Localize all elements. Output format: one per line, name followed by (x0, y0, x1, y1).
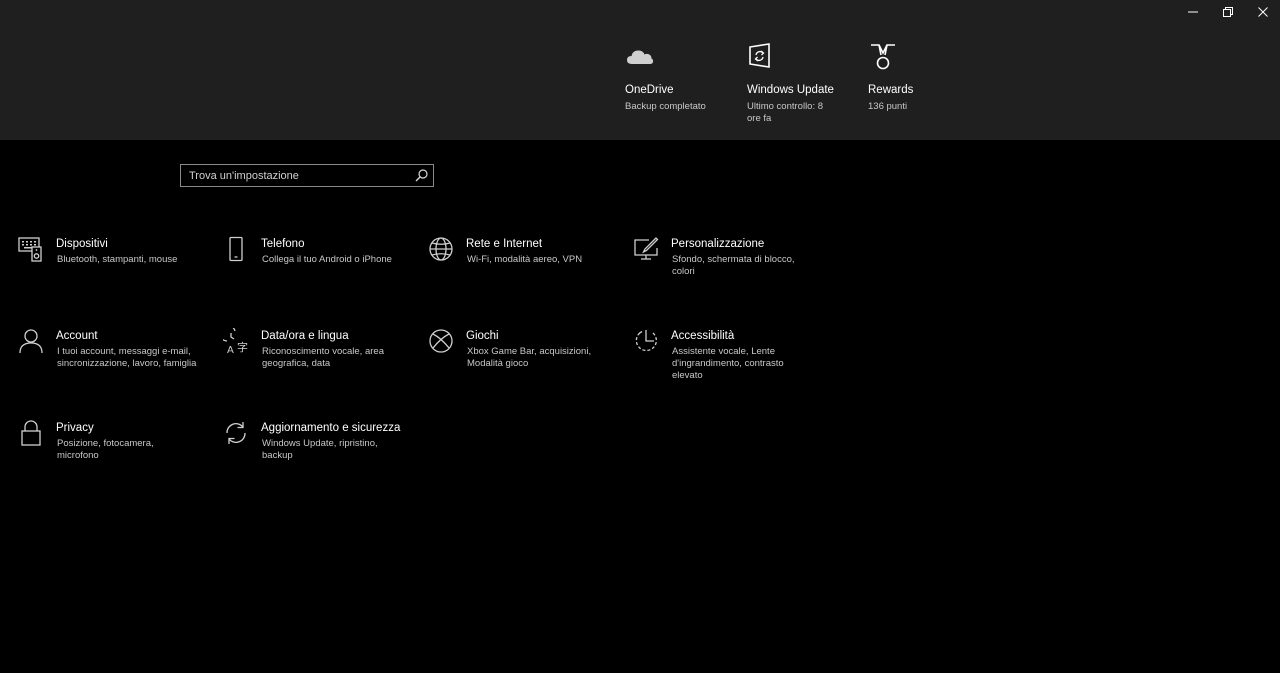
category-description: Sfondo, schermata di blocco, colori (672, 254, 795, 278)
category-title: Data/ora e lingua (261, 330, 349, 342)
close-button[interactable] (1246, 0, 1280, 24)
time-language-icon: A 字 (223, 328, 248, 354)
category-devices[interactable]: Dispositivi Bluetooth, stampanti, mouse (18, 236, 208, 306)
category-description: Collega il tuo Android o iPhone (262, 254, 392, 265)
globe-icon (429, 237, 453, 261)
category-title: Privacy (56, 422, 94, 434)
status-title: Rewards (868, 84, 914, 96)
category-accessibility[interactable]: Accessibilità Assistente vocale, Lente d… (633, 328, 823, 398)
status-subtitle: 136 punti (868, 101, 908, 112)
svg-text:A: A (227, 345, 234, 354)
status-subtitle: Ultimo controllo: 8 ore fa (747, 101, 824, 124)
accessibility-icon (635, 330, 657, 352)
close-icon (1258, 7, 1268, 17)
category-network[interactable]: Rete e Internet Wi-Fi, modalità aereo, V… (428, 236, 618, 306)
category-time-language[interactable]: A 字 Data/ora e lingua Riconoscimento voc… (223, 328, 413, 398)
personalization-icon (634, 237, 659, 260)
phone-icon (229, 236, 243, 262)
category-description: I tuoi account, messaggi e-mail, sincron… (57, 346, 197, 370)
status-title: Windows Update (747, 84, 834, 96)
status-onedrive[interactable]: OneDrive Backup completato (625, 42, 735, 112)
category-description: Posizione, fotocamera, microfono (57, 438, 154, 462)
restore-icon (1223, 7, 1233, 17)
category-description: Assistente vocale, Lente d'ingrandimento… (672, 346, 784, 382)
category-title: Account (56, 330, 98, 342)
windows-update-icon (749, 43, 770, 68)
category-description: Windows Update, ripristino, backup (262, 438, 378, 462)
category-privacy[interactable]: Privacy Posizione, fotocamera, microfono (18, 420, 208, 490)
header-band: OneDrive Backup completato Windows Updat… (0, 0, 1280, 140)
category-title: Giochi (466, 330, 499, 342)
category-update-security[interactable]: Aggiornamento e sicurezza Windows Update… (223, 420, 413, 490)
search-box (180, 164, 434, 187)
minimize-button[interactable] (1176, 0, 1210, 24)
category-title: Accessibilità (671, 330, 735, 342)
status-title: OneDrive (625, 84, 674, 96)
status-rewards[interactable]: Rewards 136 punti (868, 42, 978, 112)
xbox-icon (429, 329, 453, 353)
category-phone[interactable]: Telefono Collega il tuo Android o iPhone (223, 236, 413, 306)
minimize-icon (1188, 11, 1198, 13)
status-windows-update[interactable]: Windows Update Ultimo controllo: 8 ore f… (747, 42, 857, 124)
category-title: Dispositivi (56, 238, 108, 250)
cloud-icon (627, 50, 654, 64)
lock-icon (21, 420, 41, 446)
status-subtitle: Backup completato (625, 101, 706, 112)
category-description: Bluetooth, stampanti, mouse (57, 254, 178, 265)
category-personalization[interactable]: Personalizzazione Sfondo, schermata di b… (633, 236, 823, 306)
category-description: Xbox Game Bar, acquisizioni, Modalità gi… (467, 346, 592, 370)
category-description: Riconoscimento vocale, area geografica, … (262, 346, 384, 370)
medal-icon (871, 44, 895, 70)
update-icon (226, 422, 246, 444)
category-description: Wi-Fi, modalità aereo, VPN (467, 254, 583, 265)
category-gaming[interactable]: Giochi Xbox Game Bar, acquisizioni, Moda… (428, 328, 618, 398)
svg-text:字: 字 (237, 340, 248, 354)
person-icon (19, 329, 43, 354)
category-title: Personalizzazione (671, 238, 765, 250)
category-title: Aggiornamento e sicurezza (261, 422, 401, 434)
search-icon[interactable] (414, 168, 429, 183)
category-account[interactable]: Account I tuoi account, messaggi e-mail,… (18, 328, 208, 398)
search-input[interactable] (189, 165, 409, 186)
devices-icon (18, 237, 42, 262)
category-title: Telefono (261, 238, 305, 250)
category-title: Rete e Internet (466, 238, 543, 250)
restore-button[interactable] (1211, 0, 1245, 24)
